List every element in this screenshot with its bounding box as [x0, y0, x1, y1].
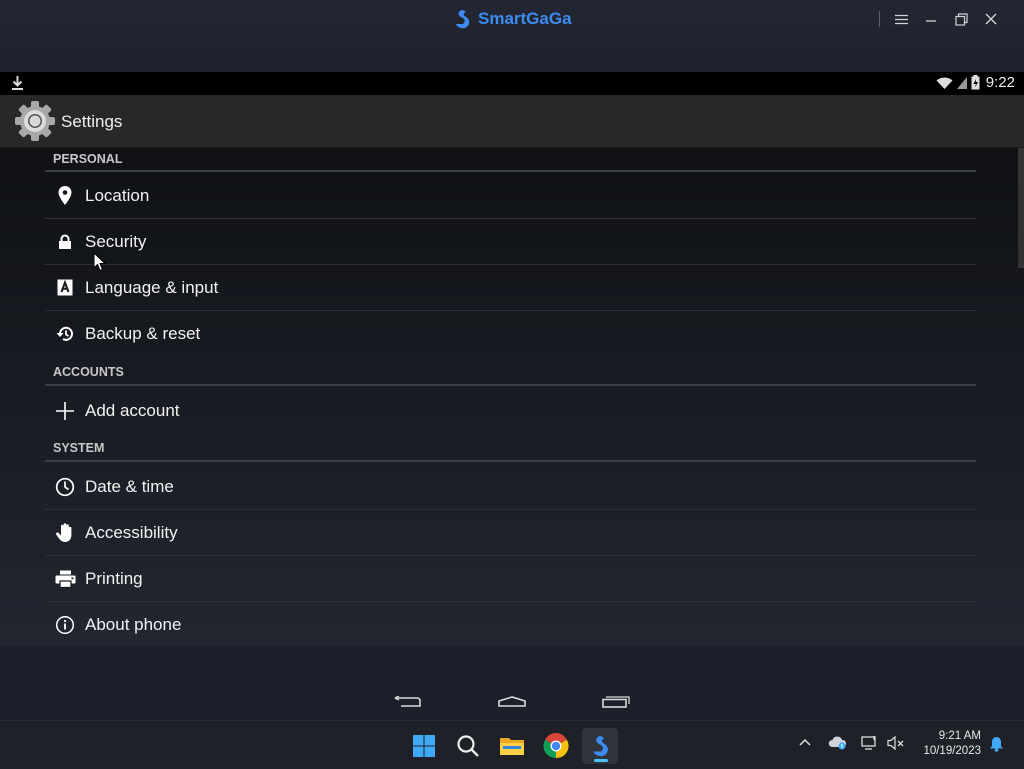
taskbar-date: 10/19/2023: [923, 745, 981, 757]
smartgaga-taskbar-button[interactable]: [582, 728, 618, 764]
home-button-icon[interactable]: [498, 696, 526, 708]
swan-logo-icon: [456, 10, 470, 29]
settings-item-label: Language & input: [85, 277, 219, 297]
chrome-button[interactable]: [538, 728, 574, 764]
emulator-app-name: SmartGaGa: [478, 9, 572, 28]
menu-button[interactable]: [886, 8, 916, 30]
android-statusbar: 9:22: [0, 72, 1024, 95]
file-explorer-button[interactable]: [494, 728, 530, 764]
search-icon: [457, 735, 479, 757]
mouse-cursor-icon: [93, 252, 106, 272]
settings-item-printing[interactable]: Printing: [45, 556, 976, 602]
wifi-icon: [936, 77, 953, 89]
settings-item-about-phone[interactable]: About phone: [45, 602, 976, 648]
android-navbar: [0, 646, 1024, 720]
recent-apps-button-icon[interactable]: [602, 696, 630, 708]
settings-item-add-account[interactable]: Add account: [45, 388, 976, 434]
chrome-icon: [543, 733, 569, 759]
settings-list[interactable]: PERSONAL Location Security Language & in…: [0, 148, 1024, 646]
status-time: 9:22: [985, 74, 1015, 91]
minimize-button[interactable]: [916, 8, 946, 30]
settings-item-accessibility[interactable]: Accessibility: [45, 510, 976, 556]
settings-gear-icon[interactable]: [14, 100, 56, 142]
start-button[interactable]: [406, 728, 442, 764]
active-app-indicator: [594, 759, 608, 762]
android-screen: 9:22 Settings PERSONAL Location Security…: [0, 72, 1024, 646]
close-icon: [985, 13, 997, 25]
status-icons: 9:22: [936, 74, 1015, 91]
settings-item-language-input[interactable]: Language & input: [45, 265, 976, 311]
backup-reset-icon: [56, 326, 73, 341]
file-explorer-icon: [500, 738, 524, 755]
minimize-icon: [926, 20, 936, 22]
close-button[interactable]: [976, 8, 1006, 30]
settings-item-label: About phone: [85, 615, 182, 634]
settings-item-security[interactable]: Security: [45, 219, 976, 265]
emulator-titlebar: SmartGaGa: [0, 0, 1024, 72]
menu-icon: [894, 14, 908, 24]
battery-icon: [971, 75, 980, 90]
volume-muted-icon[interactable]: [887, 735, 905, 751]
settings-actionbar: Settings: [0, 95, 1024, 148]
taskbar-clock[interactable]: 9:21 AM 10/19/2023: [923, 729, 981, 759]
clock-icon: [55, 477, 75, 496]
section-header-system: SYSTEM: [45, 441, 976, 462]
settings-item-label: Security: [85, 231, 147, 251]
window-controls-divider: [879, 11, 880, 27]
taskbar-time: 9:21 AM: [938, 730, 981, 742]
settings-item-label: Backup & reset: [85, 324, 201, 343]
signal-icon: [956, 76, 967, 89]
settings-item-date-time[interactable]: Date & time: [45, 464, 976, 510]
settings-item-label: Add account: [85, 401, 180, 420]
download-icon: [12, 76, 23, 90]
scrollbar[interactable]: [1018, 148, 1024, 268]
windows-start-icon: [413, 735, 435, 757]
settings-item-label: Printing: [85, 568, 143, 588]
network-icon[interactable]: [861, 735, 879, 751]
emulator-logo: SmartGaGa: [452, 6, 572, 32]
notification-bell-icon[interactable]: [989, 736, 1004, 752]
info-icon: [55, 615, 75, 635]
taskbar-search-button[interactable]: [450, 728, 486, 764]
plus-icon: [56, 402, 74, 420]
language-icon: [57, 279, 73, 296]
window-controls: [879, 8, 1006, 30]
lock-icon: [59, 234, 71, 249]
back-button-icon[interactable]: [394, 696, 422, 708]
smartgaga-icon: [593, 736, 608, 757]
settings-item-label: Date & time: [85, 476, 174, 496]
printer-icon: [55, 570, 75, 588]
page-title: Settings: [61, 112, 123, 131]
show-hidden-icons-icon[interactable]: [799, 737, 811, 749]
settings-item-label: Accessibility: [85, 522, 178, 542]
hand-icon: [56, 523, 72, 542]
restore-button[interactable]: [946, 8, 976, 30]
settings-item-backup-reset[interactable]: Backup & reset: [45, 311, 976, 357]
location-pin-icon: [58, 185, 72, 205]
onedrive-icon[interactable]: [828, 735, 848, 751]
restore-icon: [954, 12, 968, 26]
settings-item-location[interactable]: Location: [45, 173, 976, 219]
section-header-accounts: ACCOUNTS: [45, 365, 976, 386]
section-header-personal: PERSONAL: [45, 152, 976, 172]
windows-taskbar: 9:21 AM 10/19/2023: [0, 720, 1024, 769]
settings-item-label: Location: [85, 185, 150, 205]
